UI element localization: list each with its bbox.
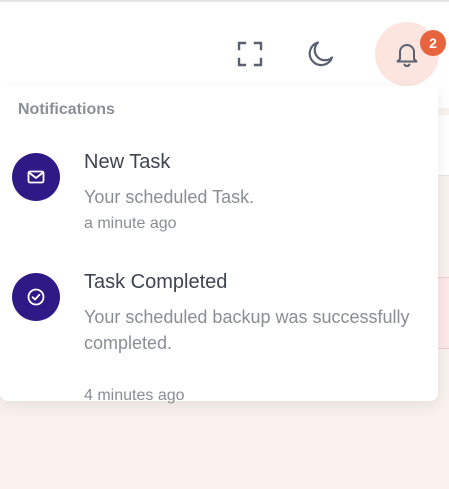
background-card (438, 115, 449, 176)
notification-count-badge: 2 (420, 30, 446, 56)
notifications-dropdown: Notifications New Task Your scheduled Ta… (0, 86, 438, 404)
notification-item[interactable]: Task Completed Your scheduled backup was… (0, 268, 438, 404)
check-circle-icon (27, 288, 45, 306)
notification-message: Your scheduled Task. (84, 187, 255, 207)
notification-title: New Task (84, 151, 171, 173)
notification-time: 4 minutes ago (84, 387, 185, 404)
notification-avatar (12, 273, 60, 321)
notification-title: Task Completed (84, 271, 228, 293)
fullscreen-icon (237, 41, 263, 67)
theme-toggle-button[interactable] (302, 36, 338, 72)
notification-time: a minute ago (84, 215, 177, 232)
fullscreen-button[interactable] (232, 36, 268, 72)
envelope-icon (27, 170, 45, 184)
notification-avatar (12, 153, 60, 201)
background-alert (438, 277, 449, 349)
notifications-title: Notifications (18, 101, 115, 118)
notification-message: Your scheduled backup was successfully c… (84, 307, 410, 353)
moon-icon (308, 41, 334, 67)
bell-icon (396, 44, 418, 67)
notification-item[interactable]: New Task Your scheduled Task. a minute a… (0, 148, 438, 248)
